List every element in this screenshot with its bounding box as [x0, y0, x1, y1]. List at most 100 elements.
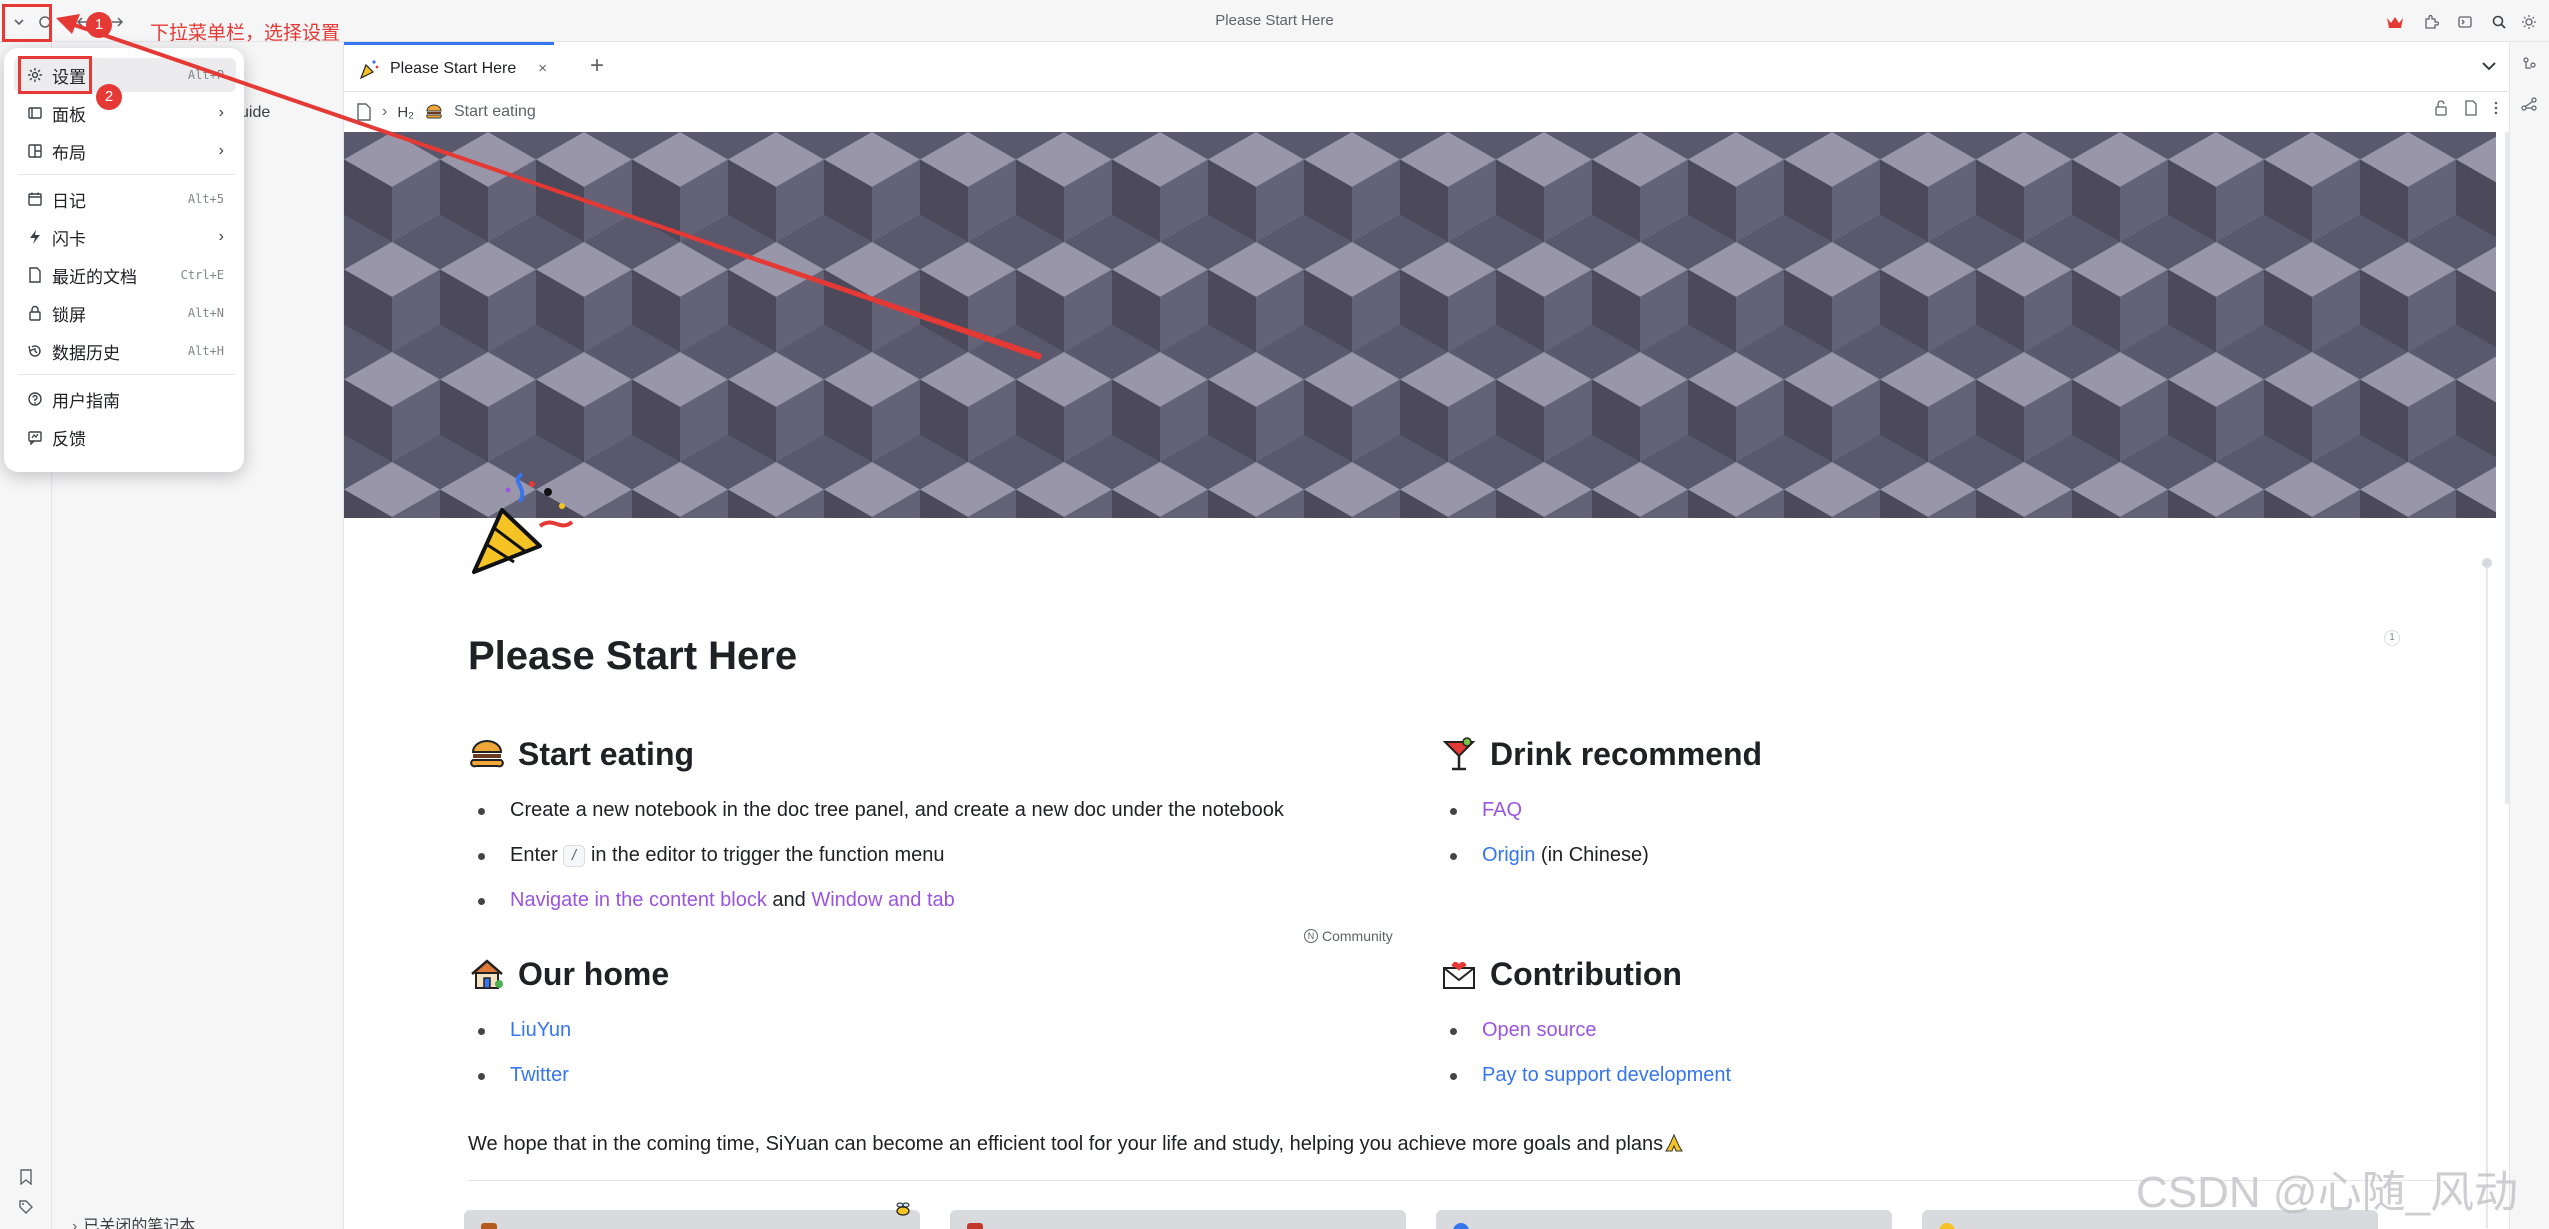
- flash-icon: [24, 226, 46, 248]
- menu-item-layout[interactable]: 布局 ›: [14, 134, 236, 168]
- cover-scrollbar[interactable]: [2505, 132, 2509, 804]
- menu-item-recent-docs[interactable]: 最近的文档 Ctrl+E: [14, 258, 236, 292]
- list-item-text: Create a new notebook in the doc tree pa…: [510, 799, 1284, 821]
- notion-icon: N: [1304, 929, 1318, 943]
- menu-item-user-guide[interactable]: 用户指南: [14, 382, 236, 416]
- menu-shortcut: Alt+5: [187, 192, 224, 206]
- heading-contribution[interactable]: Contribution: [1440, 952, 1731, 996]
- card[interactable]: [950, 1210, 1406, 1229]
- section-start-eating: Start eating Create a new notebook in th…: [468, 732, 1284, 923]
- unlock-icon[interactable]: [2433, 100, 2449, 116]
- menu-item-data-history[interactable]: 数据历史 Alt+H: [14, 334, 236, 368]
- chevron-right-icon: ›: [72, 1218, 78, 1229]
- terminal-icon: [2458, 16, 2472, 28]
- document-icon[interactable]: [356, 103, 372, 121]
- list-item[interactable]: Pay to support development: [1440, 1053, 1731, 1098]
- file-tree-item[interactable]: uide: [240, 104, 270, 122]
- closed-notebooks-label: 已关闭的笔记本: [83, 1218, 196, 1229]
- pay-support-link[interactable]: Pay to support development: [1482, 1064, 1731, 1086]
- start-eating-list: Create a new notebook in the doc tree pa…: [468, 788, 1284, 923]
- home-list: LiuYun Twitter: [468, 1008, 669, 1098]
- list-item[interactable]: Navigate in the content block and Window…: [468, 878, 1284, 923]
- heading-text: Start eating: [518, 735, 695, 772]
- outline-dock-button[interactable]: [2520, 56, 2538, 77]
- origin-link[interactable]: Origin: [1482, 844, 1535, 866]
- more-icon[interactable]: [2493, 100, 2499, 116]
- window-tab-link[interactable]: Window and tab: [811, 889, 954, 911]
- tab-close-icon[interactable]: ×: [538, 60, 547, 77]
- heading-text: Contribution: [1490, 955, 1682, 992]
- menu-shortcut: Alt+H: [187, 344, 224, 358]
- list-item[interactable]: Open source: [1440, 1008, 1731, 1053]
- closed-notebooks-item[interactable]: › 已关闭的笔记本: [72, 1212, 195, 1229]
- heading-drink-recommend[interactable]: Drink recommend: [1440, 732, 1762, 776]
- page-title[interactable]: Please Start Here: [468, 634, 797, 679]
- enter-text: Enter: [510, 844, 558, 866]
- community-label[interactable]: N Community: [1304, 928, 1393, 944]
- list-item[interactable]: Origin (in Chinese): [1440, 833, 1762, 878]
- plugin-button[interactable]: [2418, 9, 2444, 35]
- heading-our-home[interactable]: Our home: [468, 952, 669, 996]
- card[interactable]: [1436, 1210, 1892, 1229]
- command-panel-button[interactable]: [2452, 9, 2478, 35]
- origin-suffix: (in Chinese): [1540, 844, 1649, 866]
- help-icon: [24, 388, 46, 410]
- navigate-link[interactable]: Navigate in the content block: [510, 889, 767, 911]
- chevron-down-icon: [2482, 62, 2496, 71]
- feedback-icon: [24, 426, 46, 448]
- heading-start-eating[interactable]: Start eating: [468, 732, 1284, 776]
- panel-icon: [24, 102, 46, 124]
- list-item[interactable]: Twitter: [468, 1053, 669, 1098]
- scroll-indicator[interactable]: [2482, 558, 2492, 568]
- backlink-count-badge[interactable]: 1: [2384, 630, 2400, 646]
- history-icon: [24, 340, 46, 362]
- heading-text: Our home: [518, 955, 670, 992]
- menu-item-flashcard[interactable]: 闪卡 ›: [14, 220, 236, 254]
- drink-list: FAQ Origin (in Chinese): [1440, 788, 1762, 878]
- list-item[interactable]: FAQ: [1440, 788, 1762, 833]
- liuyun-link[interactable]: LiuYun: [510, 1019, 571, 1041]
- vip-button[interactable]: [2382, 9, 2408, 35]
- bookmark-dock-button[interactable]: [13, 1164, 39, 1190]
- search-button[interactable]: [2486, 9, 2512, 35]
- card[interactable]: [464, 1210, 920, 1229]
- list-item[interactable]: Create a new notebook in the doc tree pa…: [468, 788, 1284, 833]
- menu-item-lock-screen[interactable]: 锁屏 Alt+N: [14, 296, 236, 330]
- menu-separator: [18, 174, 236, 175]
- menu-item-panel[interactable]: 面板 ›: [14, 96, 236, 130]
- search-icon: [2492, 15, 2506, 29]
- chevron-right-icon: ›: [218, 228, 224, 245]
- list-item-text: in the editor to trigger the function me…: [590, 844, 945, 866]
- scrollbar[interactable]: [2486, 568, 2488, 1228]
- list-item[interactable]: LiuYun: [468, 1008, 669, 1053]
- slash-kbd: /: [563, 844, 586, 867]
- menu-item-daily-note[interactable]: 日记 Alt+5: [14, 182, 236, 216]
- graph-dock-button[interactable]: [2520, 96, 2538, 117]
- twitter-link[interactable]: Twitter: [510, 1064, 569, 1086]
- contribution-list: Open source Pay to support development: [1440, 1008, 1731, 1098]
- menu-item-label: 数据历史: [52, 343, 120, 363]
- document-icon[interactable]: [2463, 100, 2479, 116]
- tag-dock-button[interactable]: [13, 1194, 39, 1220]
- closing-paragraph[interactable]: We hope that in the coming time, SiYuan …: [468, 1132, 1685, 1156]
- menu-item-label: 布局: [52, 143, 86, 163]
- menu-shortcut: Alt+N: [187, 306, 224, 320]
- card-icon: [1939, 1223, 1955, 1229]
- tab-list-button[interactable]: [2479, 56, 2503, 80]
- card-icon: [481, 1223, 497, 1229]
- cover-image[interactable]: [344, 132, 2496, 518]
- open-source-link[interactable]: Open source: [1482, 1019, 1597, 1041]
- menu-item-label: 锁屏: [52, 305, 86, 325]
- window-title: Please Start Here: [1215, 12, 1334, 29]
- tab-please-start-here[interactable]: Please Start Here ×: [344, 42, 554, 92]
- theme-button[interactable]: [2516, 9, 2542, 35]
- breadcrumb-label[interactable]: Start eating: [454, 103, 536, 121]
- faq-link[interactable]: FAQ: [1482, 799, 1522, 821]
- new-tab-button[interactable]: +: [584, 54, 610, 80]
- party-popper-icon[interactable]: [468, 472, 576, 580]
- tag-icon: [19, 1200, 33, 1214]
- card-icon: [967, 1223, 983, 1229]
- menu-item-feedback[interactable]: 反馈: [14, 420, 236, 454]
- sun-icon: [2522, 15, 2536, 29]
- list-item[interactable]: Enter / in the editor to trigger the fun…: [468, 833, 1284, 878]
